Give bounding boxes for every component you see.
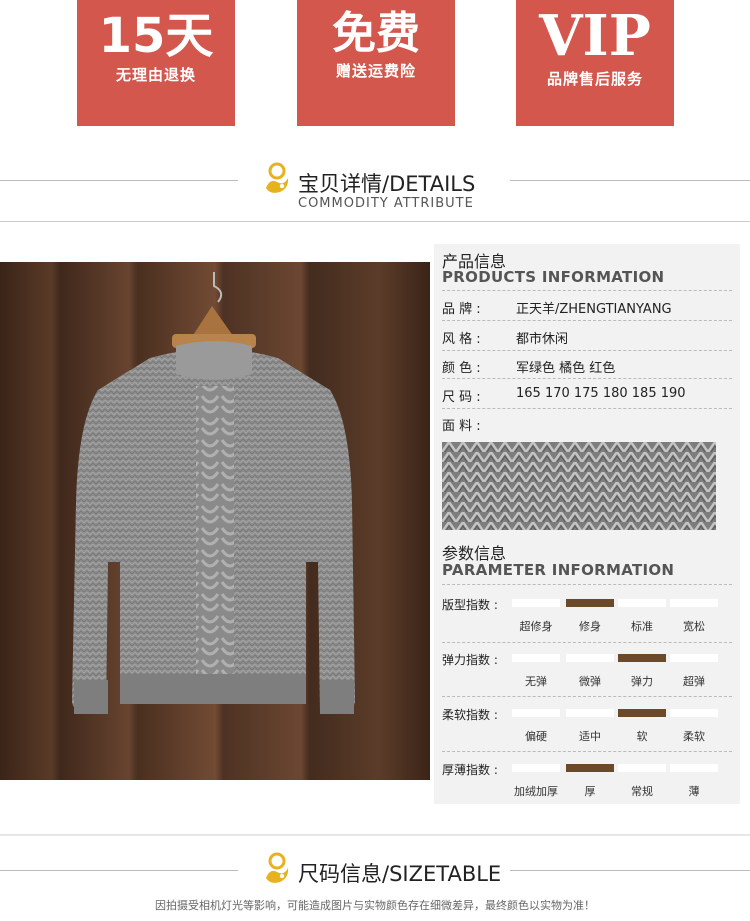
param-elasticity-bar-1 (512, 654, 560, 662)
dotted-divider (442, 350, 732, 351)
dotted-divider (442, 408, 732, 409)
param-thickness-label: 厚薄指数 : (442, 763, 498, 777)
dotted-divider (442, 320, 732, 321)
return-badge: 15天 无理由退换 (77, 0, 235, 126)
vip-badge-text: 品牌售后服务 (546, 70, 643, 88)
size-key: 尺 码 : (442, 390, 481, 405)
param-softness-label: 柔软指数 : (442, 708, 498, 722)
param-thickness-option: 常规 (631, 785, 653, 798)
service-badges: 15天 无理由退换 免费 赠送运费险 VIP 品牌售后服务 (0, 0, 750, 130)
param-softness: 柔软指数 : 偏硬 适中 软 柔软 (442, 706, 732, 756)
header-rule-left (0, 180, 238, 181)
style-value: 都市休闲 (516, 332, 569, 347)
cloud-logo-icon (266, 852, 289, 883)
dotted-divider (442, 378, 732, 379)
dotted-divider (442, 642, 732, 643)
header-rule-left (0, 870, 238, 871)
param-softness-option: 适中 (579, 730, 601, 743)
free-shipping-badge: 免费 赠送运费险 (297, 0, 455, 126)
section-divider (0, 221, 750, 222)
fabric-swatch-image (442, 442, 716, 530)
param-thickness: 厚薄指数 : 加绒加厚 厚 常规 薄 (442, 761, 732, 811)
param-elasticity-bar-4 (670, 654, 718, 662)
vip-badge: VIP 品牌售后服务 (516, 0, 674, 126)
dotted-divider (442, 696, 732, 697)
section-divider (0, 834, 750, 836)
param-elasticity-option: 弹力 (631, 675, 653, 688)
color-disclaimer: 因拍摄受相机灯光等影响，可能造成图片与实物颜色存在细微差异，最终颜色以实物为准！ (155, 899, 595, 912)
dotted-divider (442, 584, 732, 585)
param-elasticity-option: 微弹 (579, 675, 601, 688)
param-softness-option: 软 (636, 730, 648, 743)
sweater-image (72, 272, 355, 714)
cloud-logo-icon (266, 162, 289, 193)
param-softness-bar-2 (566, 709, 614, 717)
sizetable-section-header: 尺码信息/SIZETABLE (0, 848, 750, 898)
param-softness-bar-4 (670, 709, 718, 717)
product-photo (0, 262, 430, 780)
param-elasticity-bar-2 (566, 654, 614, 662)
param-thickness-option: 厚 (584, 785, 596, 798)
param-thickness-bar-2 (566, 764, 614, 772)
param-elasticity-option: 超弹 (683, 675, 705, 688)
details-subtitle: COMMODITY ATTRIBUTE (298, 196, 474, 211)
fabric-key: 面 料 : (442, 419, 481, 434)
header-rule-right (510, 870, 750, 871)
free-badge-text: 赠送运费险 (335, 62, 416, 80)
param-fit-label: 版型指数 : (442, 598, 498, 612)
param-elasticity-bar-3 (618, 654, 666, 662)
size-value: 165 170 175 180 185 190 (516, 386, 686, 401)
param-softness-bar-1 (512, 709, 560, 717)
details-section-header: 宝贝详情/DETAILS COMMODITY ATTRIBUTE (0, 158, 750, 218)
param-fit-bar-4 (670, 599, 718, 607)
sizetable-title: 尺码信息/SIZETABLE (298, 862, 502, 886)
param-fit-bar-3 (618, 599, 666, 607)
product-info-subtitle: PRODUCTS INFORMATION (442, 268, 665, 286)
header-rule-right (510, 180, 750, 181)
return-badge-title: 15天 (98, 8, 214, 64)
param-fit-option: 标准 (631, 620, 653, 633)
param-fit-option: 宽松 (683, 620, 705, 633)
dotted-divider (442, 290, 732, 291)
style-key: 风 格 : (442, 332, 481, 347)
param-thickness-bar-4 (670, 764, 718, 772)
param-softness-option: 偏硬 (525, 730, 547, 743)
param-elasticity-option: 无弹 (525, 675, 547, 688)
param-softness-bar-3 (618, 709, 666, 717)
param-fit-option: 修身 (579, 620, 601, 633)
parameter-info-subtitle: PARAMETER INFORMATION (442, 561, 675, 579)
param-fit-bar-1 (512, 599, 560, 607)
brand-value: 正天羊/ZHENGTIANYANG (516, 302, 672, 317)
param-fit-option: 超修身 (519, 620, 553, 633)
details-title: 宝贝详情/DETAILS (298, 172, 476, 196)
info-panel: 产品信息 PRODUCTS INFORMATION 品 牌 : 正天羊/ZHEN… (434, 244, 740, 804)
brand-key: 品 牌 : (442, 302, 481, 317)
param-fit: 版型指数 : 超修身 修身 标准 宽松 (442, 596, 732, 646)
param-thickness-bar-3 (618, 764, 666, 772)
param-fit-bar-2 (566, 599, 614, 607)
vip-badge-title: VIP (539, 3, 651, 69)
param-elasticity: 弹力指数 : 无弹 微弹 弹力 超弹 (442, 651, 732, 701)
param-thickness-option: 薄 (688, 785, 700, 798)
return-badge-text: 无理由退换 (115, 66, 196, 84)
param-softness-option: 柔软 (683, 730, 705, 743)
color-value: 军绿色 橘色 红色 (516, 361, 616, 376)
free-badge-title: 免费 (332, 8, 420, 59)
color-key: 颜 色 : (442, 361, 481, 376)
param-thickness-bar-1 (512, 764, 560, 772)
param-elasticity-label: 弹力指数 : (442, 653, 498, 667)
dotted-divider (442, 751, 732, 752)
param-thickness-option: 加绒加厚 (514, 785, 558, 798)
